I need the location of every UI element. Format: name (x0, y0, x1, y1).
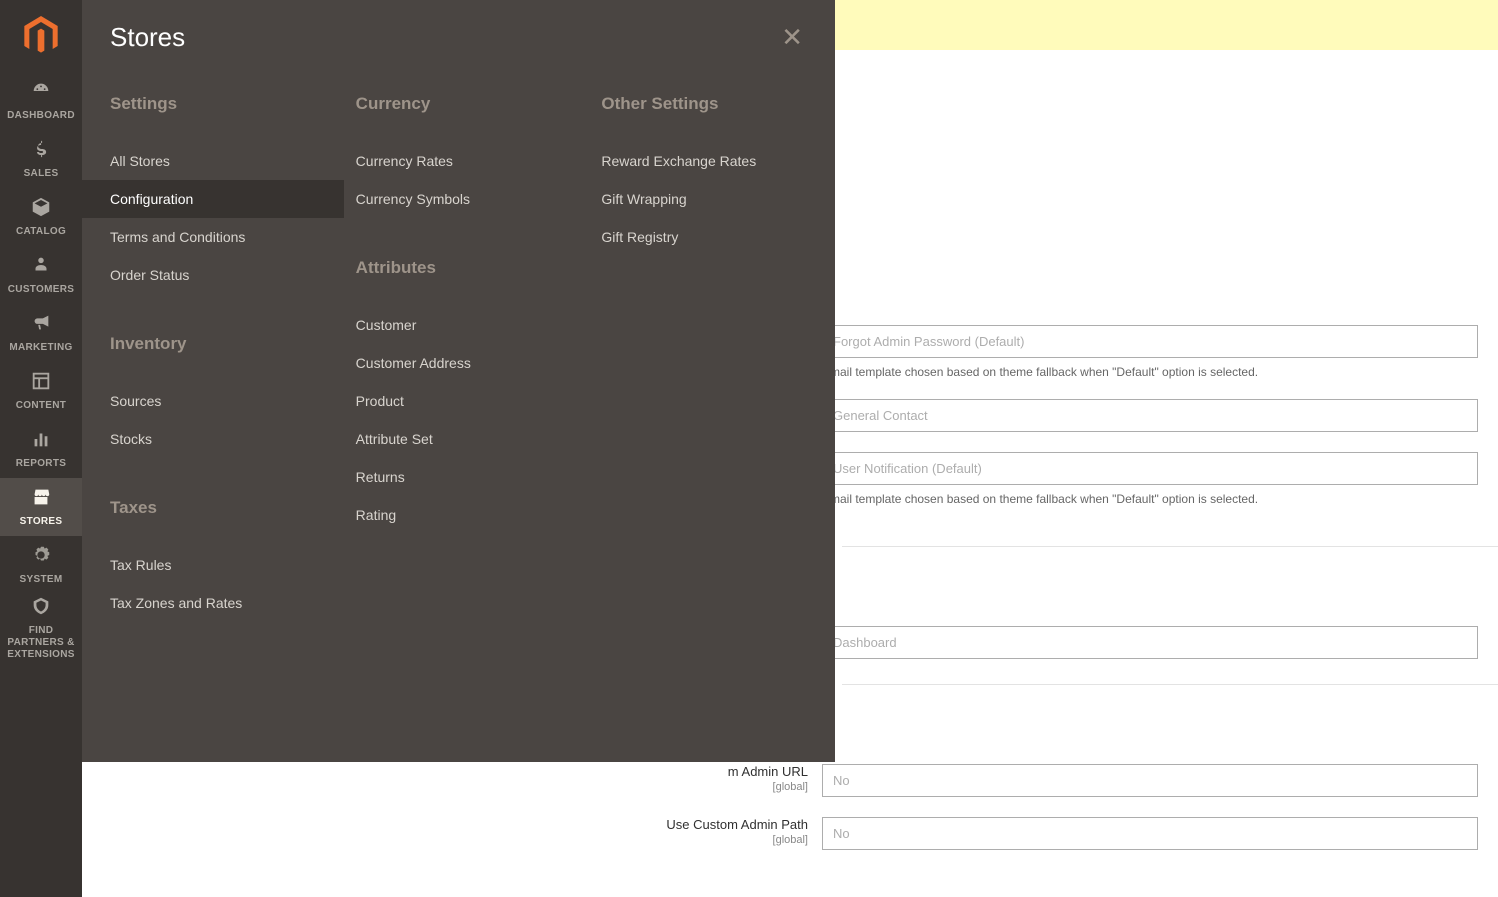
megaphone-icon (30, 312, 52, 338)
subsection-attributes: Attributes (356, 258, 562, 278)
nav-label: CONTENT (16, 400, 66, 412)
link-order-status[interactable]: Order Status (110, 256, 316, 294)
link-terms[interactable]: Terms and Conditions (110, 218, 316, 256)
gear-icon (30, 544, 52, 570)
nav-label: STORES (20, 516, 63, 528)
field-scope: [global] (522, 781, 808, 793)
notification-banner (835, 0, 1498, 50)
nav-label: FIND PARTNERS & EXTENSIONS (0, 625, 82, 661)
box-icon (30, 196, 52, 222)
section-divider (842, 684, 1498, 754)
flyout-title: Stores (110, 22, 185, 53)
sidebar-item-sales[interactable]: SALES (0, 130, 82, 188)
flyout-col-1: Settings All Stores Configuration Terms … (110, 94, 316, 622)
nav-label: REPORTS (16, 458, 66, 470)
nav-label: MARKETING (9, 342, 72, 354)
link-gift-registry[interactable]: Gift Registry (601, 218, 807, 256)
select-startup-page[interactable]: Dashboard (822, 626, 1478, 659)
sidebar-item-system[interactable]: SYSTEM (0, 536, 82, 594)
field-scope: [global] (522, 834, 808, 846)
help-text: Email template chosen based on theme fal… (822, 492, 1478, 506)
magento-logo-icon (23, 16, 59, 56)
admin-sidebar: DASHBOARD SALES CATALOG CUSTOMERS MARKET… (0, 0, 82, 897)
close-button[interactable]: ✕ (777, 20, 807, 54)
subsection-taxes: Taxes (110, 498, 316, 518)
link-configuration[interactable]: Configuration (82, 180, 344, 218)
link-stocks[interactable]: Stocks (110, 420, 316, 458)
select-email-sender[interactable]: General Contact (822, 399, 1478, 432)
sidebar-item-customers[interactable]: CUSTOMERS (0, 246, 82, 304)
subsection-currency: Currency (356, 94, 562, 114)
link-all-stores[interactable]: All Stores (110, 142, 316, 180)
close-icon: ✕ (781, 22, 803, 52)
link-gift-wrapping[interactable]: Gift Wrapping (601, 180, 807, 218)
store-icon (30, 486, 52, 512)
link-attr-rating[interactable]: Rating (356, 496, 562, 534)
magento-logo[interactable] (0, 0, 82, 72)
nav-label: SYSTEM (20, 574, 63, 586)
field-label: Use Custom Admin Path (666, 817, 808, 832)
field-label: m Admin URL (728, 764, 808, 779)
field-custom-admin-path: Use Custom Admin Path [global] No (842, 807, 1498, 860)
nav-label: CUSTOMERS (8, 284, 74, 296)
flyout-col-2: Currency Currency Rates Currency Symbols… (356, 94, 562, 622)
sidebar-item-marketing[interactable]: MARKETING (0, 304, 82, 362)
person-icon (30, 254, 52, 280)
partners-icon (30, 595, 52, 621)
layout-icon (30, 370, 52, 396)
sidebar-item-catalog[interactable]: CATALOG (0, 188, 82, 246)
flyout-col-3: Other Settings Reward Exchange Rates Gif… (601, 94, 807, 622)
sidebar-item-stores[interactable]: STORES (0, 478, 82, 536)
sidebar-item-content[interactable]: CONTENT (0, 362, 82, 420)
sidebar-item-reports[interactable]: REPORTS (0, 420, 82, 478)
link-currency-symbols[interactable]: Currency Symbols (356, 180, 562, 218)
link-attr-returns[interactable]: Returns (356, 458, 562, 496)
nav-label: DASHBOARD (7, 110, 75, 122)
link-sources[interactable]: Sources (110, 382, 316, 420)
sidebar-item-partners[interactable]: FIND PARTNERS & EXTENSIONS (0, 594, 82, 662)
nav-label: CATALOG (16, 226, 66, 238)
subsection-settings: Settings (110, 94, 316, 114)
dollar-icon (30, 138, 52, 164)
nav-label: SALES (24, 168, 59, 180)
select-notification-template[interactable]: User Notification (Default) (822, 452, 1478, 485)
field-email-sender: Email Sender [global] General Contact (842, 389, 1498, 442)
sidebar-item-dashboard[interactable]: DASHBOARD (0, 72, 82, 130)
link-attr-set[interactable]: Attribute Set (356, 420, 562, 458)
link-attr-customer[interactable]: Customer (356, 306, 562, 344)
select-custom-admin-url[interactable]: No (822, 764, 1478, 797)
select-forgot-email-template[interactable]: Forgot Admin Password (Default) (822, 325, 1478, 358)
link-attr-customer-address[interactable]: Customer Address (356, 344, 562, 382)
subsection-inventory: Inventory (110, 334, 316, 354)
subsection-other: Other Settings (601, 94, 807, 114)
stores-flyout: Stores ✕ Settings All Stores Configurati… (82, 0, 835, 762)
link-attr-product[interactable]: Product (356, 382, 562, 420)
help-text: Email template chosen based on theme fal… (822, 365, 1478, 379)
field-notification-template: ion Template [global] User Notification … (842, 442, 1498, 516)
link-currency-rates[interactable]: Currency Rates (356, 142, 562, 180)
field-startup-page: Startup Page [global] Dashboard (842, 616, 1498, 669)
section-divider (842, 546, 1498, 616)
select-custom-admin-path[interactable]: No (822, 817, 1478, 850)
field-custom-admin-url: m Admin URL [global] No (842, 754, 1498, 807)
link-reward[interactable]: Reward Exchange Rates (601, 142, 807, 180)
dashboard-icon (30, 80, 52, 106)
link-tax-rules[interactable]: Tax Rules (110, 546, 316, 584)
link-tax-zones[interactable]: Tax Zones and Rates (110, 584, 316, 622)
bars-icon (30, 428, 52, 454)
field-forgot-email-template: nail Template [global] Forgot Admin Pass… (842, 315, 1498, 389)
